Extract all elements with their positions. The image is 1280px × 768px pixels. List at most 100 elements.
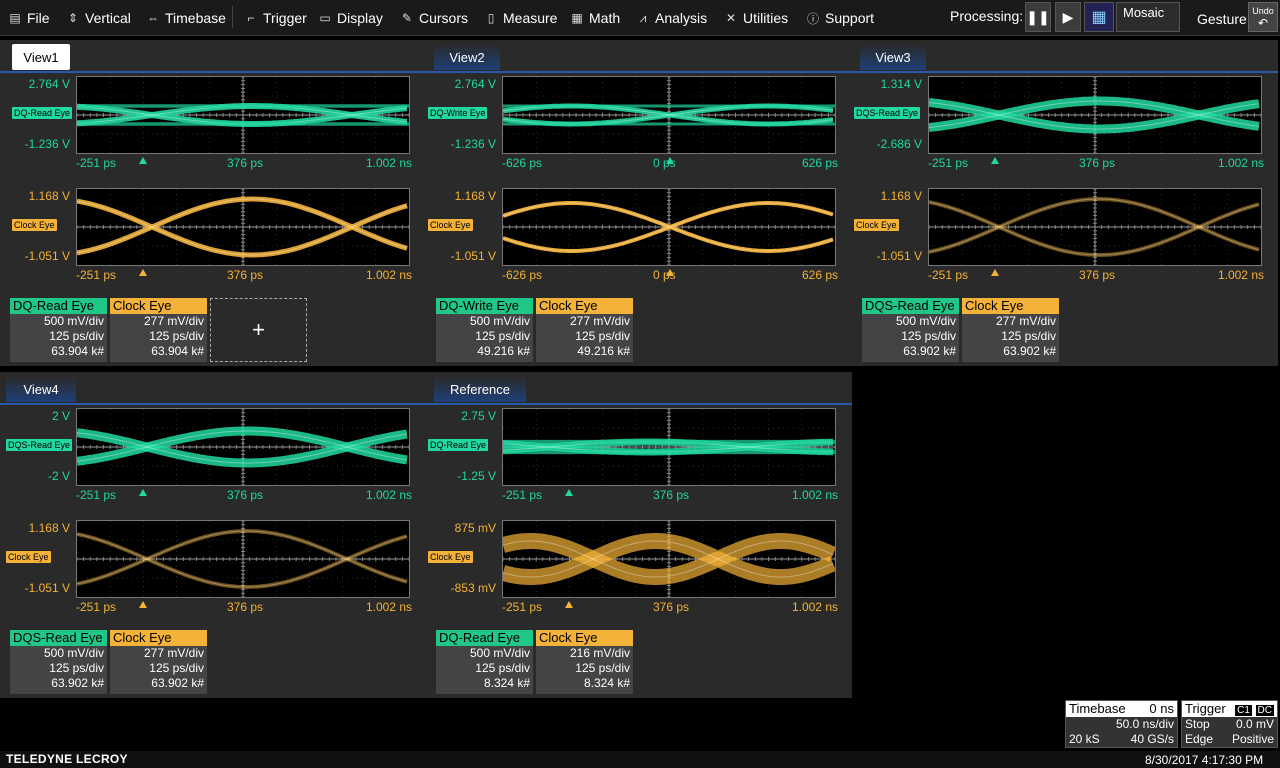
waveform-grid-bottom[interactable]	[502, 520, 836, 598]
eye-diagram-bottom	[503, 521, 835, 597]
trace-descriptor-clock[interactable]: Clock Eye 216 mV/div 125 ps/div 8.324 k#	[536, 630, 633, 694]
menu-separator	[232, 6, 233, 28]
waveform-grid-top[interactable]	[502, 408, 836, 486]
menu-timebase[interactable]: ⇔ Timebase	[146, 8, 226, 28]
trace-descriptor-clock[interactable]: Clock Eye 277 mV/div 125 ps/div 63.902 k#	[962, 298, 1059, 362]
descriptor-l2: 125 ps/div	[475, 329, 530, 343]
undo-button[interactable]: Undo ↶	[1248, 2, 1278, 32]
vertical-arrows-icon: ⇕	[67, 11, 79, 25]
cursor-icon: ✎	[401, 11, 413, 25]
menu-analysis[interactable]: ⩘ Analysis	[636, 8, 708, 28]
waveform-grid-bottom[interactable]	[76, 188, 410, 266]
x-axis-end: 626 ps	[801, 156, 838, 170]
menu-utilities[interactable]: ✕ Utilities	[724, 8, 788, 28]
tab-view3[interactable]: View3	[860, 44, 926, 70]
waveform-grid-top[interactable]	[928, 76, 1262, 154]
gesture-label: Gesture	[1197, 11, 1247, 27]
brand-logo: TELEDYNE LECROY	[6, 752, 128, 766]
trace-label-bottom[interactable]: Clock Eye	[428, 219, 473, 231]
menu-trigger[interactable]: ⌐ Trigger	[244, 8, 306, 28]
descriptor-title: Clock Eye	[110, 630, 207, 646]
trace-label-top[interactable]: DQ-Write Eye	[428, 107, 488, 119]
menu-cursors[interactable]: ✎ Cursors	[400, 8, 468, 28]
waveform-grid-top[interactable]	[76, 76, 410, 154]
menu-vertical[interactable]: ⇕ Vertical	[66, 8, 131, 28]
waveform-grid-bottom[interactable]	[76, 520, 410, 598]
x-axis-start: -251 ps	[76, 268, 117, 282]
measure-icon: ▯	[487, 11, 495, 25]
x-axis-start: -251 ps	[928, 156, 969, 170]
trigger-position-marker	[991, 157, 999, 164]
descriptor-l1: 500 mV/div	[469, 314, 530, 328]
menu-display[interactable]: ▭ Display	[318, 8, 383, 28]
pause-icon: ❚❚	[1026, 8, 1050, 25]
trace-descriptor-clock[interactable]: Clock Eye 277 mV/div 125 ps/div 63.902 k#	[110, 630, 207, 694]
tab-view4[interactable]: View4	[6, 376, 76, 402]
trigger-position-marker	[565, 601, 573, 608]
descriptor-l1: 500 mV/div	[469, 646, 530, 660]
trace-label-bottom[interactable]: Clock Eye	[12, 219, 57, 231]
trace-label-bottom[interactable]: Clock Eye	[428, 551, 473, 563]
descriptor-l2: 125 ps/div	[49, 329, 104, 343]
x-axis-start: -251 ps	[76, 156, 117, 170]
trace-descriptor-clock[interactable]: Clock Eye 277 mV/div 125 ps/div 49.216 k#	[536, 298, 633, 362]
trace-label-bottom[interactable]: Clock Eye	[6, 551, 51, 563]
y-axis-min: -1.051 V	[24, 249, 70, 263]
mosaic-layout-button[interactable]: ▦	[1084, 2, 1114, 32]
eye-diagram-top	[77, 77, 409, 153]
scope-screen: ▤ File ⇕ Vertical ⇔ Timebase ⌐ Trigger ▭ Disp…	[0, 0, 1280, 768]
trace-descriptor-data[interactable]: DQ-Read Eye 500 mV/div 125 ps/div 63.904 k#	[10, 298, 107, 362]
mosaic-select[interactable]: Mosaic	[1116, 2, 1180, 32]
file-icon: ▤	[9, 11, 21, 25]
trace-label-top[interactable]: DQS-Read Eye	[6, 439, 73, 451]
play-icon: ▶	[1062, 8, 1074, 25]
waveform-grid-bottom[interactable]	[928, 188, 1262, 266]
menu-file[interactable]: ▤ File	[8, 8, 49, 28]
trace-descriptor-data[interactable]: DQS-Read Eye 500 mV/div 125 ps/div 63.902 k…	[862, 298, 959, 362]
tab-underline	[0, 403, 426, 405]
x-axis-end: 1.002 ns	[365, 156, 412, 170]
menu-bar: ▤ File ⇕ Vertical ⇔ Timebase ⌐ Trigger ▭ Disp…	[0, 0, 1280, 36]
x-axis-start: -251 ps	[928, 268, 969, 282]
waveform-grid-top[interactable]	[502, 76, 836, 154]
tab-reference[interactable]: Reference	[434, 376, 526, 402]
y-axis-max: 1.168 V	[28, 189, 70, 203]
x-axis-end: 1.002 ns	[365, 488, 412, 502]
timebase-descriptor[interactable]: Timebase 0 ns 50.0 ns/div 20 kS 40 GS/s	[1065, 700, 1178, 748]
info-icon: ⓘ	[806, 11, 819, 26]
descriptor-l2: 125 ps/div	[49, 661, 104, 675]
menu-support[interactable]: ⓘ Support	[806, 8, 874, 28]
trace-label-top[interactable]: DQ-Read Eye	[12, 107, 73, 119]
play-button[interactable]: ▶	[1055, 2, 1081, 32]
trigger-position-marker	[139, 601, 147, 608]
trace-descriptor-data[interactable]: DQ-Write Eye 500 mV/div 125 ps/div 49.216 k…	[436, 298, 533, 362]
descriptor-title: Clock Eye	[962, 298, 1059, 314]
waveform-grid-bottom[interactable]	[502, 188, 836, 266]
x-axis-start: -251 ps	[76, 488, 117, 502]
descriptor-title: Clock Eye	[536, 298, 633, 314]
descriptor-title: DQ-Read Eye	[436, 630, 533, 646]
eye-diagram-top	[503, 409, 835, 485]
descriptor-title: DQ-Write Eye	[436, 298, 533, 314]
descriptor-l3: 63.904 k#	[51, 344, 104, 358]
add-trace-button[interactable]: +	[210, 298, 307, 362]
trigger-descriptor[interactable]: Trigger C1 DC Stop 0.0 mV Edge Positive	[1181, 700, 1278, 748]
waveform-grid-top[interactable]	[76, 408, 410, 486]
trigger-position-marker	[666, 269, 674, 276]
tab-view2[interactable]: View2	[434, 44, 500, 70]
menu-math[interactable]: ▦ Math	[570, 8, 620, 28]
trace-label-top[interactable]: DQS-Read Eye	[854, 107, 921, 119]
pause-button[interactable]: ❚❚	[1025, 2, 1051, 32]
trace-label-top[interactable]: DQ-Read Eye	[428, 439, 489, 451]
descriptor-l1: 216 mV/div	[569, 646, 630, 660]
x-axis-start: -251 ps	[502, 600, 543, 614]
descriptor-l2: 125 ps/div	[901, 329, 956, 343]
descriptor-l1: 500 mV/div	[895, 314, 956, 328]
trace-descriptor-data[interactable]: DQS-Read Eye 500 mV/div 125 ps/div 63.902 k…	[10, 630, 107, 694]
menu-measure[interactable]: ▯ Measure	[484, 8, 558, 28]
horizontal-arrows-icon: ⇔	[147, 11, 159, 25]
trace-label-bottom[interactable]: Clock Eye	[854, 219, 899, 231]
trace-descriptor-clock[interactable]: Clock Eye 277 mV/div 125 ps/div 63.904 k#	[110, 298, 207, 362]
trace-descriptor-data[interactable]: DQ-Read Eye 500 mV/div 125 ps/div 8.324 k#	[436, 630, 533, 694]
tab-view1[interactable]: View1	[12, 44, 70, 70]
